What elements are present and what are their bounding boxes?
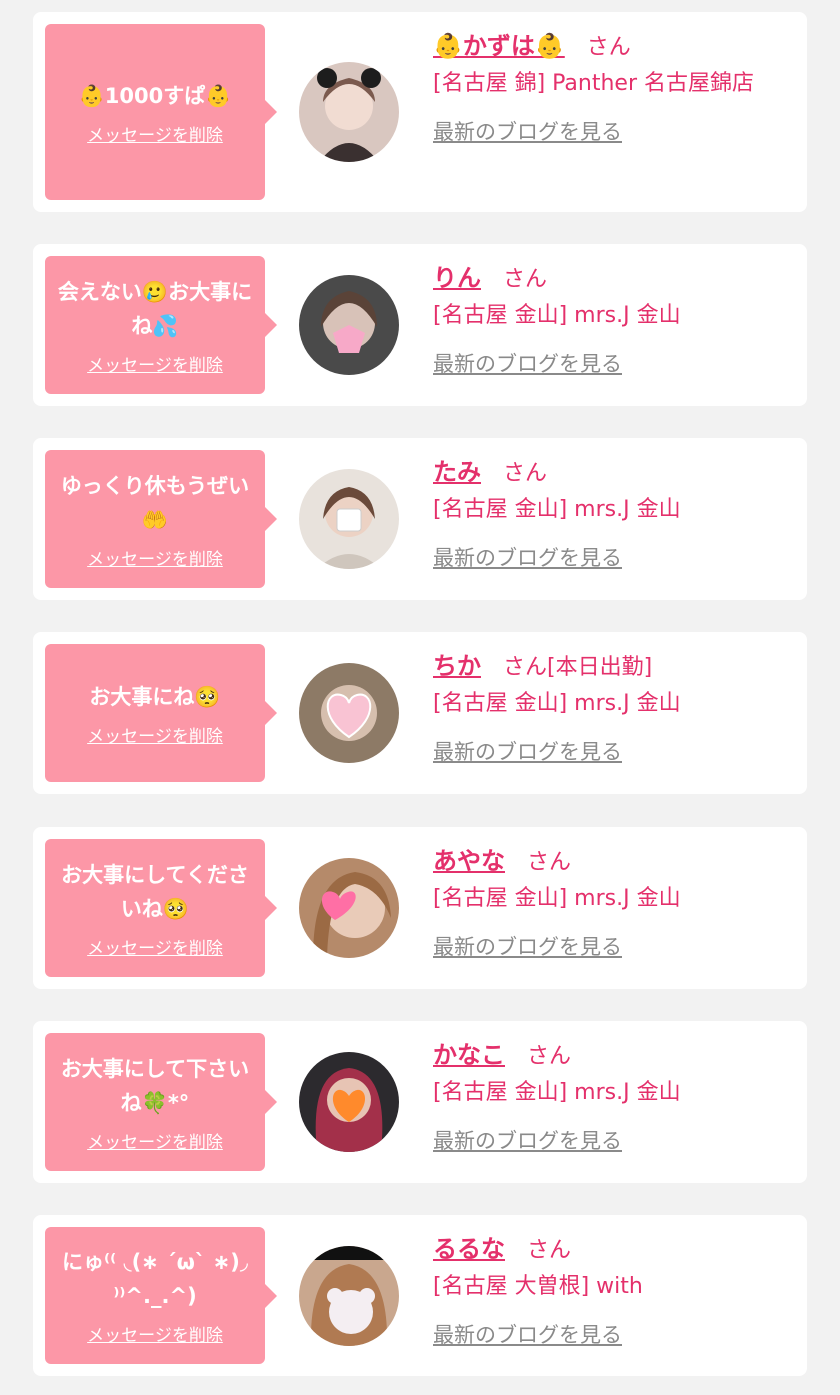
name-suffix: さん (503, 267, 548, 292)
shop-label: [名古屋 大曽根] with (433, 1274, 643, 1299)
view-latest-blog-link[interactable]: 最新のブログを見る (433, 1125, 622, 1155)
person-photo-icon (299, 858, 399, 958)
shop-label: [名古屋 金山] mrs.J 金山 (433, 497, 681, 522)
message-list: 👶1000すぱ👶 メッセージを削除 👶かずは👶 さん [名古屋 錦] Panth… (0, 0, 840, 1395)
message-text: 会えない🥲お大事にね💦 (57, 279, 253, 338)
view-latest-blog-link[interactable]: 最新のブログを見る (433, 116, 622, 146)
delete-message-link[interactable]: メッセージを削除 (87, 1128, 223, 1153)
shop-label: [名古屋 金山] mrs.J 金山 (433, 886, 681, 911)
shop-label: [名古屋 金山] mrs.J 金山 (433, 1080, 681, 1105)
list-item: お大事にしてくださいね🥺 メッセージを削除 あやな さん [名古屋 金山] mr… (33, 827, 807, 989)
view-latest-blog-link[interactable]: 最新のブログを見る (433, 736, 622, 766)
name-suffix: さん (527, 1238, 572, 1263)
message-text: お大事にね🥺 (89, 684, 221, 709)
name-suffix: さん (586, 35, 631, 60)
person-photo-icon (299, 663, 399, 763)
message-bubble: お大事にね🥺 メッセージを削除 (45, 644, 277, 782)
avatar[interactable] (299, 62, 399, 162)
message-bubble: 会えない🥲お大事にね💦 メッセージを削除 (45, 256, 277, 394)
view-latest-blog-link[interactable]: 最新のブログを見る (433, 931, 622, 961)
cast-info: 👶かずは👶 さん [名古屋 錦] Panther 名古屋錦店 最新のブログを見る (433, 26, 785, 146)
list-item: ゆっくり休もうぜい🤲 メッセージを削除 たみ さん [名古屋 金山] mrs.J… (33, 438, 807, 600)
cast-info: たみ さん [名古屋 金山] mrs.J 金山 最新のブログを見る (433, 452, 785, 572)
cast-name-link[interactable]: 👶かずは👶 (433, 26, 565, 61)
name-suffix: さん (527, 1044, 572, 1069)
cast-info: かなこ さん [名古屋 金山] mrs.J 金山 最新のブログを見る (433, 1035, 785, 1155)
person-photo-icon (299, 1246, 399, 1346)
message-text: ゆっくり休もうぜい🤲 (60, 473, 250, 532)
message-bubble: にゅ⁽⁽ ◟(∗ ˊωˋ ∗)◞ ⁾⁾^._.^) メッセージを削除 (45, 1227, 277, 1364)
list-item: お大事にして下さいね🍀*° メッセージを削除 かなこ さん [名古屋 金山] m… (33, 1021, 807, 1183)
cast-name-link[interactable]: かなこ (433, 1035, 505, 1070)
list-item: 会えない🥲お大事にね💦 メッセージを削除 りん さん [名古屋 金山] mrs.… (33, 244, 807, 406)
cast-info: ちか さん[本日出勤] [名古屋 金山] mrs.J 金山 最新のブログを見る (433, 646, 785, 766)
cast-info: るるな さん [名古屋 大曽根] with 最新のブログを見る (433, 1229, 785, 1349)
avatar[interactable] (299, 663, 399, 763)
person-photo-icon (299, 62, 399, 162)
cast-info: あやな さん [名古屋 金山] mrs.J 金山 最新のブログを見る (433, 841, 785, 961)
list-item: お大事にね🥺 メッセージを削除 ちか さん[本日出勤] [名古屋 金山] mrs… (33, 632, 807, 794)
avatar[interactable] (299, 858, 399, 958)
cast-info: りん さん [名古屋 金山] mrs.J 金山 最新のブログを見る (433, 258, 785, 378)
list-item: にゅ⁽⁽ ◟(∗ ˊωˋ ∗)◞ ⁾⁾^._.^) メッセージを削除 るるな さ… (33, 1215, 807, 1376)
avatar[interactable] (299, 1052, 399, 1152)
message-bubble: ゆっくり休もうぜい🤲 メッセージを削除 (45, 450, 277, 588)
shop-label: [名古屋 錦] Panther 名古屋錦店 (433, 71, 754, 96)
avatar[interactable] (299, 1246, 399, 1346)
shop-label: [名古屋 金山] mrs.J 金山 (433, 303, 681, 328)
message-text: 👶1000すぱ👶 (78, 83, 232, 108)
name-suffix: さん[本日出勤] (503, 655, 653, 680)
cast-name-link[interactable]: りん (433, 258, 481, 293)
message-bubble: お大事にしてくださいね🥺 メッセージを削除 (45, 839, 277, 977)
view-latest-blog-link[interactable]: 最新のブログを見る (433, 348, 622, 378)
message-text: にゅ⁽⁽ ◟(∗ ˊωˋ ∗)◞ ⁾⁾^._.^) (62, 1250, 248, 1308)
avatar[interactable] (299, 469, 399, 569)
cast-name-link[interactable]: ちか (433, 646, 481, 681)
message-text: お大事にして下さいね🍀*° (60, 1056, 250, 1115)
delete-message-link[interactable]: メッセージを削除 (87, 351, 223, 376)
view-latest-blog-link[interactable]: 最新のブログを見る (433, 542, 622, 572)
delete-message-link[interactable]: メッセージを削除 (87, 545, 223, 570)
message-text: お大事にしてくださいね🥺 (61, 862, 249, 921)
avatar[interactable] (299, 275, 399, 375)
name-suffix: さん (503, 461, 548, 486)
delete-message-link[interactable]: メッセージを削除 (87, 121, 223, 146)
message-bubble: お大事にして下さいね🍀*° メッセージを削除 (45, 1033, 277, 1171)
delete-message-link[interactable]: メッセージを削除 (87, 934, 223, 959)
delete-message-link[interactable]: メッセージを削除 (87, 1321, 223, 1346)
person-photo-icon (299, 469, 399, 569)
message-bubble: 👶1000すぱ👶 メッセージを削除 (45, 24, 277, 200)
cast-name-link[interactable]: たみ (433, 452, 481, 487)
cast-name-link[interactable]: るるな (433, 1229, 505, 1264)
cast-name-link[interactable]: あやな (433, 841, 505, 876)
person-photo-icon (299, 275, 399, 375)
view-latest-blog-link[interactable]: 最新のブログを見る (433, 1319, 622, 1349)
name-suffix: さん (527, 850, 572, 875)
list-item: 👶1000すぱ👶 メッセージを削除 👶かずは👶 さん [名古屋 錦] Panth… (33, 12, 807, 212)
shop-label: [名古屋 金山] mrs.J 金山 (433, 691, 681, 716)
person-photo-icon (299, 1052, 399, 1152)
delete-message-link[interactable]: メッセージを削除 (87, 722, 223, 747)
